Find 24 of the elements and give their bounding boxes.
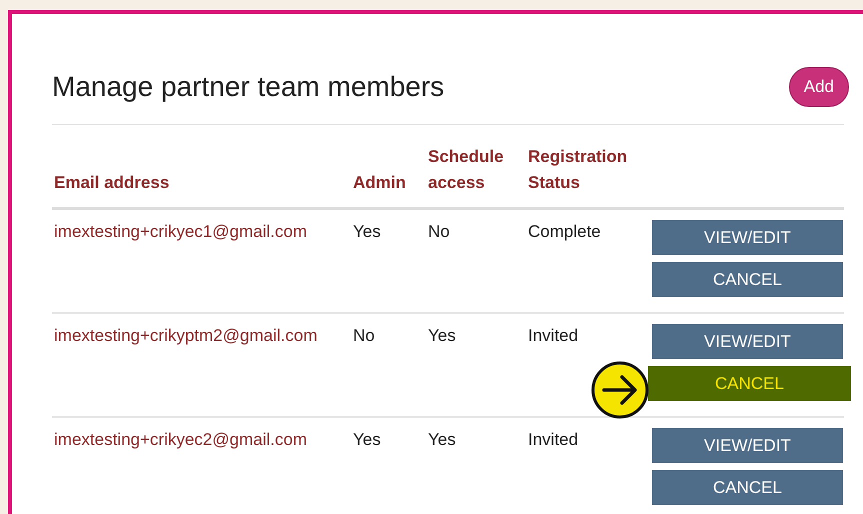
email-cell: imextesting+crikyec1@gmail.com	[52, 208, 351, 313]
action-button[interactable]: VIEW/EDIT	[652, 324, 843, 359]
action-button[interactable]: CANCEL	[652, 470, 843, 505]
table-cell: No	[351, 313, 426, 417]
column-header: Schedule access	[426, 125, 526, 208]
action-button[interactable]: VIEW/EDIT	[652, 428, 843, 463]
email-cell: imextesting+crikyec2@gmail.com	[52, 417, 351, 514]
column-header: Admin	[351, 125, 426, 208]
table-cell: Complete	[526, 208, 650, 313]
email-cell: imextesting+crikyptm2@gmail.com	[52, 313, 351, 417]
table-cell: Yes	[426, 417, 526, 514]
column-header: Registration Status	[526, 125, 650, 208]
add-button[interactable]: Add	[788, 67, 849, 107]
table-cell: Yes	[426, 313, 526, 417]
page-title: Manage partner team members	[52, 71, 444, 103]
column-header: Email address	[52, 125, 351, 208]
table-cell: No	[426, 208, 526, 313]
action-button[interactable]: VIEW/EDIT	[652, 220, 843, 255]
highlighted-cancel-button[interactable]: CANCEL	[648, 366, 851, 401]
table-cell: Yes	[351, 417, 426, 514]
table-cell: Invited	[526, 417, 650, 514]
action-button[interactable]: CANCEL	[652, 262, 843, 297]
table-cell: Yes	[351, 208, 426, 313]
arrow-callout-icon	[590, 360, 650, 420]
